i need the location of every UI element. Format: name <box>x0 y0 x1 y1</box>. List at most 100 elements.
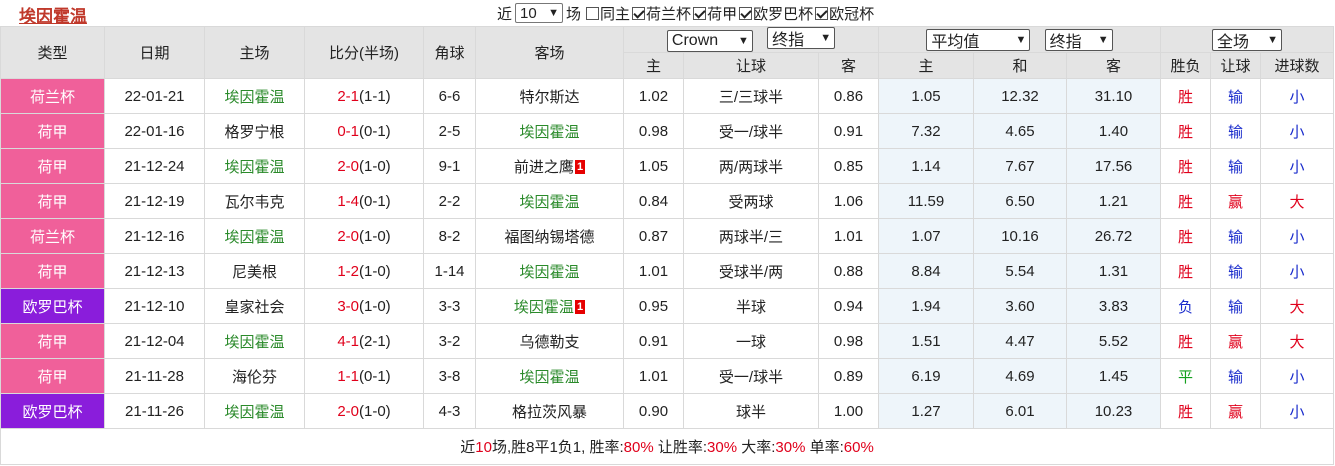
home-team-link[interactable]: 埃因霍温 <box>224 334 284 351</box>
result-goals: 小 <box>1259 113 1335 149</box>
corners-cell: 3-3 <box>423 288 476 324</box>
top-bar: 埃因霍温 近 10 ▼ 场 同主 荷兰杯 荷甲 欧罗巴杯 欧冠杯 <box>0 0 1335 26</box>
full-score[interactable]: 4-1 <box>337 333 359 350</box>
away-team-link[interactable]: 福图纳锡塔德 <box>504 229 594 246</box>
odds-header: 平均值 ▼ 终指 ▼ <box>878 26 1161 53</box>
away-team-link[interactable]: 埃因霍温 <box>514 299 574 316</box>
away-team-link[interactable]: 埃因霍温 <box>519 369 579 386</box>
away-team-link[interactable]: 前进之鹰 <box>514 159 574 176</box>
team-title-link[interactable]: 埃因霍温 <box>19 2 87 27</box>
full-score[interactable]: 0-1 <box>337 123 359 140</box>
filter-checkbox[interactable] <box>586 6 600 20</box>
league-cell[interactable]: 荷兰杯 <box>0 218 105 254</box>
filter-checkbox[interactable] <box>693 6 707 20</box>
league-cell[interactable]: 荷甲 <box>0 253 105 289</box>
col-h-away: 客 <box>818 52 879 79</box>
odds-draw: 4.47 <box>973 323 1067 359</box>
odds-draw: 12.32 <box>973 78 1067 114</box>
full-score[interactable]: 2-0 <box>337 158 359 175</box>
home-team-cell: 埃因霍温 <box>204 78 305 114</box>
full-score[interactable]: 1-4 <box>337 193 359 210</box>
handicap-home-odds: 1.01 <box>623 253 684 289</box>
odds-draw: 6.01 <box>973 393 1067 429</box>
summary-text: 单率: <box>805 439 844 456</box>
home-team-link[interactable]: 埃因霍温 <box>224 229 284 246</box>
odds-home: 1.27 <box>878 393 974 429</box>
odds-draw: 3.60 <box>973 288 1067 324</box>
home-team-link[interactable]: 尼美根 <box>232 264 277 281</box>
away-team-link[interactable]: 格拉茨风暴 <box>512 404 587 421</box>
home-team-link[interactable]: 皇家社会 <box>224 299 284 316</box>
full-score[interactable]: 1-2 <box>337 263 359 280</box>
league-cell[interactable]: 荷兰杯 <box>0 78 105 114</box>
result-win-loss: 胜 <box>1160 323 1211 359</box>
half-score: (1-0) <box>359 297 391 315</box>
result-goals: 小 <box>1259 253 1335 289</box>
summary-text: 场,胜8平1负1, 胜率: <box>491 439 624 456</box>
away-team-cell: 埃因霍温 1 <box>475 288 624 324</box>
handicap-away-odds: 0.86 <box>818 78 879 114</box>
summary-handicap-rate: 30% <box>707 439 738 456</box>
handicap-type-select[interactable]: 终指 ▼ <box>767 27 836 49</box>
odds-away: 1.40 <box>1066 113 1161 149</box>
away-team-link[interactable]: 埃因霍温 <box>519 264 579 281</box>
col-home: 主场 <box>204 26 305 79</box>
range-select-value: 全场 <box>1217 33 1250 51</box>
full-score[interactable]: 2-0 <box>337 403 359 420</box>
league-cell[interactable]: 荷甲 <box>0 183 105 219</box>
match-count-select[interactable]: 10 ▼ <box>515 3 564 23</box>
result-win-loss: 胜 <box>1160 393 1211 429</box>
col-r-goals: 进球数 <box>1259 52 1335 79</box>
result-win-loss: 胜 <box>1160 183 1211 219</box>
home-team-cell: 瓦尔韦克 <box>204 183 305 219</box>
away-team-link[interactable]: 特尔斯达 <box>519 89 579 106</box>
home-team-link[interactable]: 埃因霍温 <box>224 404 284 421</box>
filter-option[interactable]: 同主 <box>584 3 630 24</box>
league-cell[interactable]: 荷甲 <box>0 358 105 394</box>
filter-checkbox[interactable] <box>632 6 646 20</box>
filter-option[interactable]: 荷兰杯 <box>630 3 691 24</box>
league-cell[interactable]: 欧罗巴杯 <box>0 393 105 429</box>
filter-option[interactable]: 荷甲 <box>691 3 737 24</box>
away-team-link[interactable]: 埃因霍温 <box>519 194 579 211</box>
score-cell: 1-1(0-1) <box>304 358 424 394</box>
filter-bar: 近 10 ▼ 场 同主 荷兰杯 荷甲 欧罗巴杯 欧冠杯 <box>497 1 874 25</box>
result-win-loss: 负 <box>1160 288 1211 324</box>
league-cell[interactable]: 荷甲 <box>0 113 105 149</box>
home-team-link[interactable]: 格罗宁根 <box>224 124 284 141</box>
score-cell: 1-2(1-0) <box>304 253 424 289</box>
filter-checkbox[interactable] <box>815 6 829 20</box>
range-select[interactable]: 全场 ▼ <box>1212 28 1283 51</box>
home-team-link[interactable]: 海伦芬 <box>232 369 277 386</box>
filter-checkbox[interactable] <box>739 6 753 20</box>
away-team-link[interactable]: 乌德勒支 <box>519 334 579 351</box>
handicap-home-odds: 0.95 <box>623 288 684 324</box>
league-cell[interactable]: 荷甲 <box>0 148 105 184</box>
away-team-link[interactable]: 埃因霍温 <box>519 124 579 141</box>
full-score[interactable]: 2-1 <box>337 88 359 105</box>
handicap-home-odds: 1.01 <box>623 358 684 394</box>
result-header: 全场 ▼ <box>1159 26 1335 53</box>
filter-option[interactable]: 欧罗巴杯 <box>737 3 813 24</box>
odds-home: 1.05 <box>878 78 974 114</box>
odds-company-select[interactable]: 平均值 ▼ <box>926 28 1031 51</box>
home-team-link[interactable]: 埃因霍温 <box>224 159 284 176</box>
league-cell[interactable]: 荷甲 <box>0 323 105 359</box>
home-team-link[interactable]: 埃因霍温 <box>224 89 284 106</box>
col-o-home: 主 <box>878 52 974 79</box>
filter-option[interactable]: 欧冠杯 <box>813 3 874 24</box>
full-score[interactable]: 1-1 <box>337 368 359 385</box>
match-count-value: 10 <box>520 4 537 22</box>
home-team-link[interactable]: 瓦尔韦克 <box>224 194 284 211</box>
filter-items: 同主 荷兰杯 荷甲 欧罗巴杯 欧冠杯 <box>584 3 874 24</box>
full-score[interactable]: 3-0 <box>337 298 359 315</box>
odds-draw: 5.54 <box>973 253 1067 289</box>
chevron-down-icon: ▼ <box>548 7 560 19</box>
full-score[interactable]: 2-0 <box>337 228 359 245</box>
odds-type-select[interactable]: 终指 ▼ <box>1044 28 1113 51</box>
result-handicap: 赢 <box>1210 183 1261 219</box>
company-select[interactable]: Crown ▼ <box>666 30 753 52</box>
score-cell: 0-1(0-1) <box>304 113 424 149</box>
away-team-cell: 埃因霍温 <box>475 183 624 219</box>
league-cell[interactable]: 欧罗巴杯 <box>0 288 105 324</box>
